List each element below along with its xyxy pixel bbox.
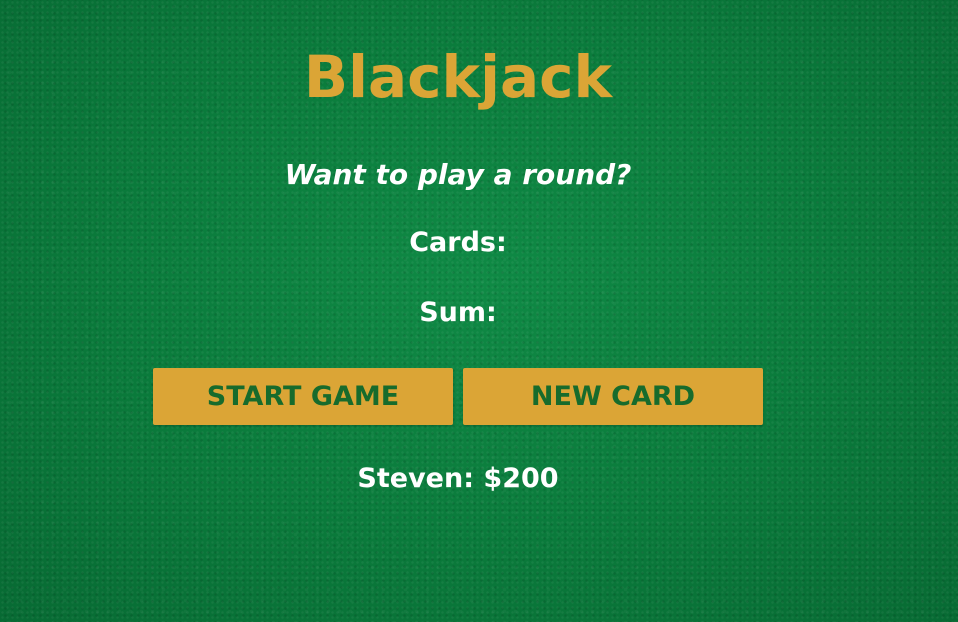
cards-label: Cards: [409,227,507,258]
start-game-button[interactable]: START GAME [153,368,453,425]
new-card-button[interactable]: NEW CARD [463,368,763,425]
page-title: Blackjack [303,43,613,111]
sum-label: Sum: [419,297,497,328]
game-message: Want to play a round? [284,158,632,191]
player-info: Steven: $200 [357,463,559,494]
